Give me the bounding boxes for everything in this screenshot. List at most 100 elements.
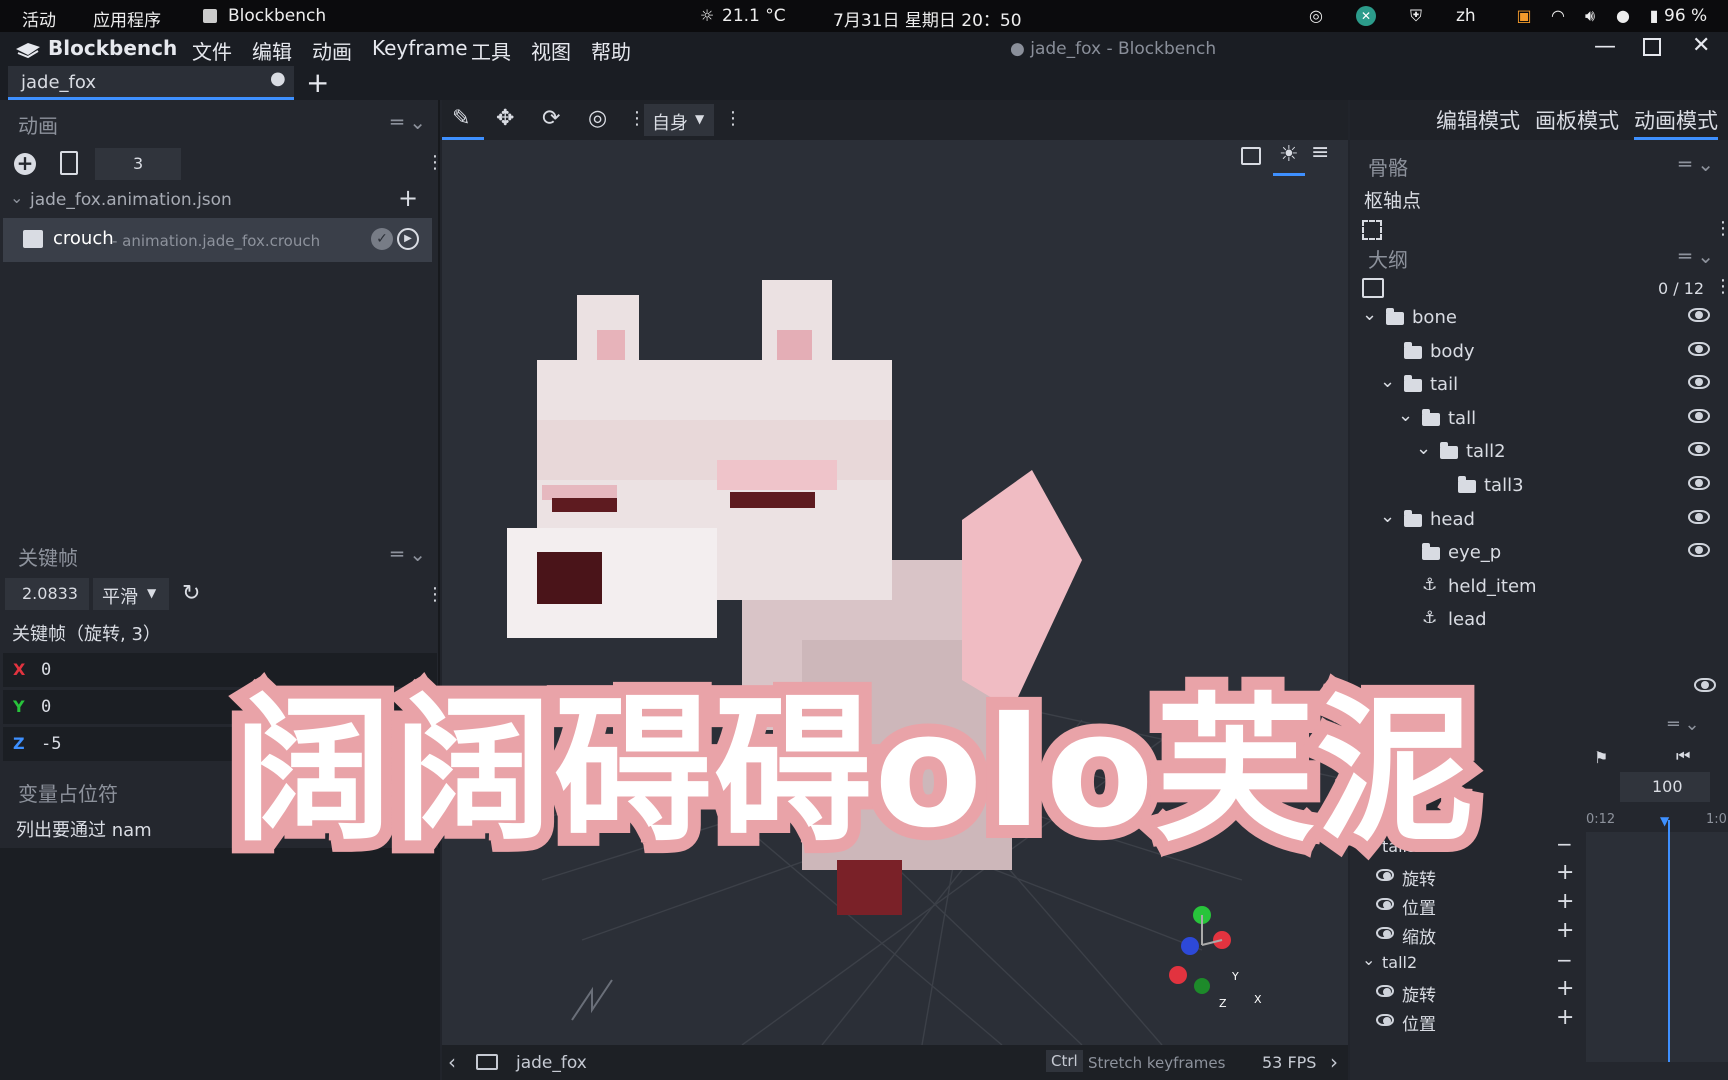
visibility-eye-icon[interactable] — [1688, 341, 1710, 356]
bone-tool-button[interactable]: ✎ — [442, 100, 484, 140]
mode-edit[interactable]: 编辑模式 — [1436, 105, 1520, 135]
menu-edit[interactable]: 编辑 — [252, 36, 292, 65]
chevron-right-icon[interactable]: › — [1330, 1050, 1338, 1074]
chevron-down-icon[interactable]: ⌄ — [1398, 405, 1413, 426]
move-tool-icon[interactable]: ✥ — [496, 106, 514, 131]
visibility-eye-icon[interactable] — [1688, 509, 1710, 524]
focused-app-name[interactable]: Blockbench — [228, 6, 326, 26]
outliner-row[interactable]: tall3 — [1350, 470, 1720, 503]
collapse-minus-icon[interactable]: − — [1556, 948, 1573, 972]
animation-length-input[interactable]: 100 — [1620, 772, 1710, 802]
tray-screencast-icon[interactable]: ▣ — [1514, 6, 1534, 26]
chevron-down-icon[interactable]: ⌄ — [1380, 371, 1395, 392]
visibility-eye-icon[interactable] — [1688, 408, 1710, 423]
timeline-channel-row[interactable]: 缩放 + — [1350, 918, 1586, 948]
visibility-eye-icon[interactable] — [1376, 927, 1394, 939]
chevron-down-icon[interactable]: ⌄ — [1380, 506, 1395, 527]
chevron-down-icon[interactable]: ⌄ — [1362, 304, 1377, 325]
wifi-icon[interactable]: ◠ — [1548, 6, 1568, 26]
applications-menu[interactable]: 应用程序 — [93, 6, 161, 31]
keyframe-time-input[interactable]: 2.0833 — [5, 578, 89, 610]
play-icon[interactable]: ▶ — [397, 228, 419, 250]
outliner-row[interactable]: ⌄ tail — [1350, 369, 1720, 402]
hamburger-menu-icon[interactable]: ≡ — [1311, 140, 1329, 165]
visibility-eye-icon[interactable] — [1694, 678, 1716, 692]
timeline-channel-row[interactable]: 旋转 + — [1350, 976, 1586, 1006]
add-keyframe-plus-icon[interactable]: + — [1556, 976, 1574, 1001]
add-keyframe-plus-icon[interactable]: + — [1556, 889, 1574, 914]
clock-datetime[interactable]: 7月31日 星期日 20：50 — [833, 6, 1022, 31]
background-image-icon[interactable] — [1241, 147, 1261, 165]
menu-file[interactable]: 文件 — [192, 36, 232, 65]
outliner-row[interactable]: eye_p — [1350, 537, 1720, 570]
outliner-row[interactable]: body — [1350, 336, 1720, 369]
new-tab-button[interactable]: + — [306, 66, 329, 99]
menu-keyframe[interactable]: Keyframe — [372, 36, 468, 60]
visibility-eye-icon[interactable] — [1376, 1014, 1394, 1026]
chevron-down-icon[interactable]: ⌄ — [1416, 438, 1431, 459]
visibility-eye-icon[interactable] — [1376, 985, 1394, 997]
axis-x-value[interactable]: 0 — [41, 660, 51, 680]
menu-animation[interactable]: 动画 — [312, 36, 352, 65]
unsaved-dot-icon[interactable]: ● — [270, 68, 286, 89]
outliner-row[interactable]: ⌄ tall2 — [1350, 436, 1720, 469]
visibility-eye-icon[interactable] — [1688, 476, 1710, 490]
add-to-file-icon[interactable]: + — [398, 184, 418, 212]
add-keyframe-plus-icon[interactable]: + — [1556, 1005, 1574, 1030]
3d-viewport[interactable]: ✎ ✥ ⟳ ◎ ⋮ 自身 ▼ ⋮ ☀ ≡ Y X Z — [442, 100, 1348, 1045]
more-options-icon[interactable]: ⋮ — [1714, 276, 1728, 297]
maximize-button[interactable] — [1643, 38, 1661, 56]
animation-count-field[interactable]: 3 — [95, 148, 181, 180]
battery-icon[interactable]: ▮ — [1644, 6, 1664, 26]
minimize-button[interactable]: — — [1594, 34, 1616, 59]
import-file-icon[interactable] — [60, 151, 78, 175]
outliner-row[interactable]: ⚓ held_item — [1350, 571, 1720, 604]
reset-icon[interactable]: ↻ — [182, 581, 200, 606]
tray-app-icon[interactable]: ◎ — [1306, 6, 1326, 26]
skip-to-start-icon[interactable]: ⏮ — [1676, 746, 1690, 766]
weather-temperature[interactable]: 21.1 °C — [722, 6, 786, 26]
menu-help[interactable]: 帮助 — [591, 36, 631, 65]
volume-icon[interactable]: 🔊︎ — [1580, 6, 1600, 26]
visibility-eye-icon[interactable] — [1376, 898, 1394, 910]
panel-menu-icon[interactable]: ═ ⌄ — [1668, 714, 1700, 735]
outliner-row[interactable]: ⚓ lead — [1350, 604, 1720, 637]
timeline-playhead[interactable] — [1668, 820, 1670, 1062]
menu-tools[interactable]: 工具 — [471, 36, 511, 65]
tray-sync-icon[interactable]: ✕ — [1356, 6, 1376, 26]
interpolation-select[interactable]: 平滑 ▼ — [93, 578, 169, 610]
playhead-marker-icon[interactable]: ▼ — [1660, 814, 1669, 828]
panel-menu-icon[interactable]: ═ ⌄ — [391, 542, 426, 566]
panel-menu-icon[interactable]: ═ ⌄ — [1679, 152, 1714, 176]
lighting-toggle[interactable]: ☀ — [1273, 140, 1305, 176]
panel-menu-icon[interactable]: ═ ⌄ — [1679, 244, 1714, 268]
visibility-eye-icon[interactable] — [1688, 543, 1710, 558]
panel-menu-icon[interactable]: ═ ⌄ — [391, 110, 426, 134]
animation-item-crouch[interactable]: crouch - animation.jade_fox.crouch ✓ ▶ — [3, 218, 432, 262]
visibility-eye-icon[interactable] — [1688, 442, 1710, 457]
outline-view-toggle-icon[interactable] — [1362, 278, 1384, 298]
chevron-left-icon[interactable]: ‹ — [448, 1050, 456, 1074]
flag-icon[interactable]: ⚑ — [1594, 748, 1608, 767]
saved-check-icon[interactable]: ✓ — [371, 228, 393, 250]
timeline-group-row[interactable]: ⌄ tall2 − — [1350, 948, 1586, 977]
outliner-row[interactable]: ⌄ tall — [1350, 403, 1720, 436]
more-options-icon[interactable]: ⋮ — [724, 108, 742, 129]
close-window-button[interactable]: ✕ — [1692, 33, 1710, 58]
rotate-tool-icon[interactable]: ⟳ — [542, 106, 560, 131]
menu-view[interactable]: 视图 — [531, 36, 571, 65]
axis-z-value[interactable]: -5 — [41, 734, 61, 754]
add-keyframe-plus-icon[interactable]: + — [1556, 918, 1574, 943]
timeline-channel-row[interactable]: 位置 + — [1350, 889, 1586, 919]
chevron-down-icon[interactable]: ⌄ — [1362, 950, 1375, 969]
tab-jade-fox[interactable]: jade_fox ● — [8, 66, 294, 100]
add-animation-icon[interactable]: + — [14, 153, 36, 175]
visibility-eye-icon[interactable] — [1688, 308, 1710, 322]
transform-space-select[interactable]: 自身 ▼ — [644, 104, 714, 136]
tray-shield-icon[interactable]: ⛨ — [1406, 6, 1426, 26]
axis-y-value[interactable]: 0 — [41, 697, 51, 717]
mode-paint[interactable]: 画板模式 — [1535, 105, 1619, 135]
timeline-channel-row[interactable]: 位置 + — [1350, 1005, 1586, 1035]
battery-percent[interactable]: 96 % — [1664, 6, 1707, 26]
activities-button[interactable]: 活动 — [22, 6, 56, 31]
